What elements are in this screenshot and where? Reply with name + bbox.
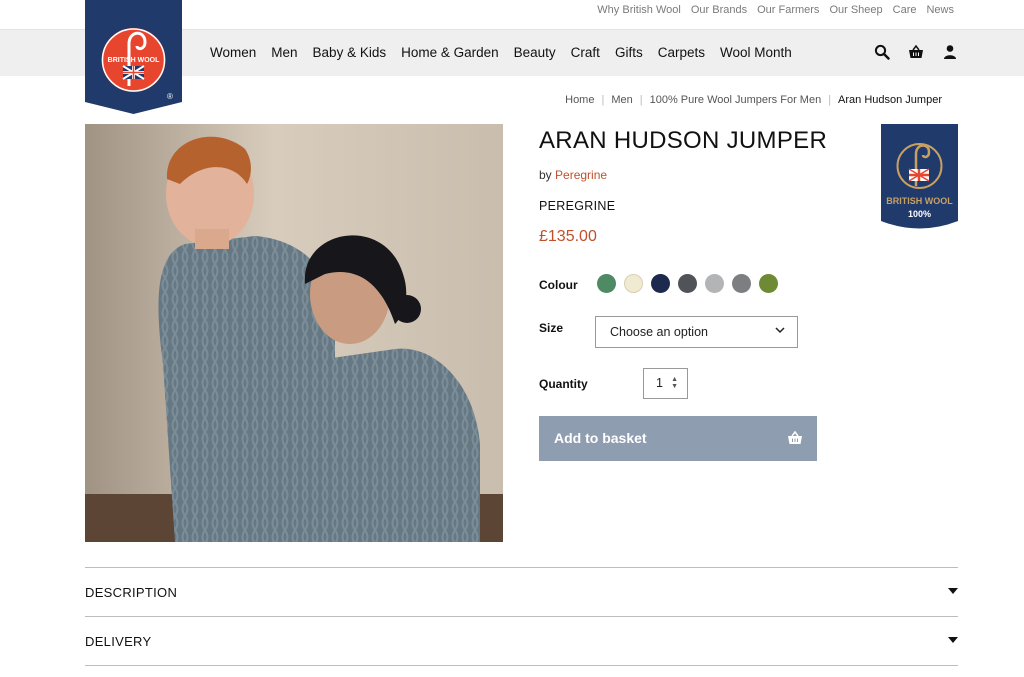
main-nav: Women Men Baby & Kids Home & Garden Beau…: [210, 45, 807, 60]
search-icon[interactable]: [874, 44, 890, 60]
nav-men[interactable]: Men: [271, 45, 297, 60]
utility-link-our-sheep[interactable]: Our Sheep: [829, 4, 882, 16]
product-byline: by Peregrine: [539, 168, 607, 182]
accordion-description[interactable]: DESCRIPTION: [85, 567, 958, 616]
colour-label: Colour: [539, 278, 578, 292]
colour-swatch-7[interactable]: [759, 274, 778, 293]
quantity-value: 1: [656, 376, 663, 390]
header-actions: [874, 44, 958, 60]
size-select-value: Choose an option: [610, 325, 708, 339]
breadcrumb-home[interactable]: Home: [565, 94, 594, 106]
accordion-title: DELIVERY: [85, 634, 152, 649]
logo-text: BRITISH WOOL: [108, 57, 160, 64]
breadcrumb-current: Aran Hudson Jumper: [838, 94, 942, 106]
breadcrumb: Home | Men | 100% Pure Wool Jumpers For …: [565, 94, 942, 106]
add-to-basket-label: Add to basket: [554, 430, 647, 446]
badge-line-1: BRITISH WOOL: [886, 196, 953, 206]
caret-down-icon: [948, 588, 958, 594]
product-price: £135.00: [539, 228, 597, 245]
nav-gifts[interactable]: Gifts: [615, 45, 643, 60]
nav-wool-month[interactable]: Wool Month: [720, 45, 792, 60]
basket-icon: [787, 430, 803, 446]
breadcrumb-separator: |: [828, 94, 832, 106]
quantity-stepper[interactable]: 1 ▲ ▼: [643, 368, 688, 399]
accordion-title: DESCRIPTION: [85, 585, 178, 600]
byline-prefix: by: [539, 168, 552, 182]
caret-down-icon: [948, 637, 958, 643]
quantity-label: Quantity: [539, 377, 588, 391]
colour-swatch-3[interactable]: [651, 274, 670, 293]
nav-baby-kids[interactable]: Baby & Kids: [313, 45, 387, 60]
colour-swatch-6[interactable]: [732, 274, 751, 293]
nav-craft[interactable]: Craft: [571, 45, 600, 60]
british-wool-100-badge: BRITISH WOOL 100%: [881, 124, 958, 231]
colour-swatch-5[interactable]: [705, 274, 724, 293]
nav-carpets[interactable]: Carpets: [658, 45, 705, 60]
registered-mark: ®: [167, 92, 173, 101]
nav-home-garden[interactable]: Home & Garden: [401, 45, 499, 60]
breadcrumb-men[interactable]: Men: [611, 94, 632, 106]
chevron-down-icon: [775, 325, 785, 338]
colour-swatch-1[interactable]: [597, 274, 616, 293]
utility-link-our-farmers[interactable]: Our Farmers: [757, 4, 819, 16]
colour-swatch-2[interactable]: [624, 274, 643, 293]
utility-link-our-brands[interactable]: Our Brands: [691, 4, 747, 16]
add-to-basket-button[interactable]: Add to basket: [539, 416, 817, 461]
divider: [85, 665, 958, 666]
utility-link-news[interactable]: News: [926, 4, 954, 16]
accordion-delivery[interactable]: DELIVERY: [85, 616, 958, 665]
spinner-arrows-icon[interactable]: ▲ ▼: [671, 376, 678, 390]
breadcrumb-category[interactable]: 100% Pure Wool Jumpers For Men: [650, 94, 822, 106]
size-label: Size: [539, 321, 564, 335]
product-image[interactable]: [85, 124, 503, 542]
utility-link-care[interactable]: Care: [893, 4, 917, 16]
brand-name: PEREGRINE: [539, 199, 616, 213]
badge-line-2: 100%: [908, 209, 931, 219]
brand-link[interactable]: Peregrine: [555, 168, 607, 182]
user-icon[interactable]: [942, 44, 958, 60]
breadcrumb-separator: |: [601, 94, 605, 106]
product-title: ARAN HUDSON JUMPER: [539, 127, 828, 154]
nav-women[interactable]: Women: [210, 45, 256, 60]
british-wool-logo[interactable]: BRITISH WOOL ®: [85, 0, 182, 114]
basket-icon[interactable]: [908, 44, 924, 60]
colour-swatches: [597, 274, 778, 293]
utility-link-why-british-wool[interactable]: Why British Wool: [597, 4, 681, 16]
utility-links: Why British Wool Our Brands Our Farmers …: [597, 4, 954, 16]
colour-swatch-4[interactable]: [678, 274, 697, 293]
nav-beauty[interactable]: Beauty: [514, 45, 556, 60]
size-select[interactable]: Choose an option: [595, 316, 798, 348]
breadcrumb-separator: |: [639, 94, 643, 106]
